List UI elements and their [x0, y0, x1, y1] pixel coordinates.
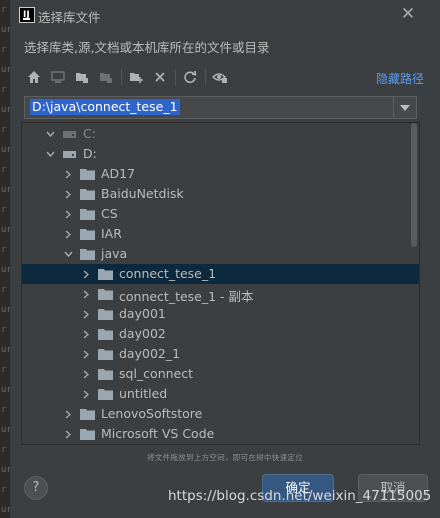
folder-icon: [80, 188, 95, 200]
choose-library-dialog: IJ 选择库文件 ✕ 选择库类,源,文档或本机库所在的文件或目录 隐藏路径 D:…: [10, 0, 440, 518]
tree-row-label: sql_connect: [119, 366, 193, 381]
tree-row-label: D:: [83, 146, 97, 161]
chevron-right-icon[interactable]: [80, 327, 92, 341]
watermark-text: https://blog.csdn.net/weixin_47115005: [168, 488, 432, 504]
folder-icon: [98, 268, 113, 280]
drive-icon: [62, 128, 77, 140]
folder-icon: [80, 168, 95, 180]
tree-row-label: C:: [83, 126, 96, 141]
desktop-icon[interactable]: [48, 67, 68, 87]
folder-icon: [98, 288, 113, 300]
chevron-right-icon[interactable]: [62, 227, 74, 241]
close-button[interactable]: ✕: [398, 4, 418, 24]
chevron-down-icon: [400, 104, 410, 111]
tree-row-label: IAR: [101, 226, 122, 241]
tree-row-label: CS: [101, 206, 118, 221]
chevron-down-icon[interactable]: [44, 147, 56, 161]
refresh-icon[interactable]: [180, 67, 200, 87]
show-hidden-files-icon[interactable]: [210, 67, 230, 87]
module-folder-icon[interactable]: [96, 67, 116, 87]
tree-row-label: connect_tese_1 - 副本: [119, 289, 254, 304]
tree-row-label: BaiduNetdisk: [101, 186, 184, 201]
tree-row[interactable]: Microsoft VS Code: [22, 424, 419, 444]
toolbar: 隐藏路径: [24, 67, 424, 89]
tree-row-label: day002_1: [119, 346, 181, 361]
chevron-right-icon[interactable]: [62, 207, 74, 221]
tree-row[interactable]: C:: [22, 124, 419, 144]
path-selected-text: D:\java\connect_tese_1: [30, 99, 180, 115]
tree-row-label: untitled: [119, 386, 168, 401]
folder-icon: [80, 228, 95, 240]
dialog-description: 选择库类,源,文档或本机库所在的文件或目录: [24, 40, 270, 55]
toolbar-separator: [205, 69, 206, 85]
help-button[interactable]: ?: [24, 476, 48, 500]
hide-path-link[interactable]: 隐藏路径: [376, 70, 424, 87]
chevron-right-icon[interactable]: [62, 187, 74, 201]
folder-icon: [98, 388, 113, 400]
tree-row-label: java: [101, 246, 128, 261]
tree-row-label: Microsoft VS Code: [101, 426, 215, 441]
folder-icon: [80, 208, 95, 220]
drive-icon: [62, 148, 77, 160]
folder-icon: [80, 428, 95, 440]
title-bar: IJ 选择库文件 ✕: [10, 0, 440, 30]
chevron-right-icon[interactable]: [80, 367, 92, 381]
chevron-right-icon[interactable]: [80, 307, 92, 321]
tree-row[interactable]: java: [22, 244, 419, 264]
project-folder-icon[interactable]: [72, 67, 92, 87]
folder-icon: [98, 348, 113, 360]
delete-icon[interactable]: [150, 67, 170, 87]
tree-row[interactable]: connect_tese_1: [22, 264, 419, 284]
tree-row[interactable]: day002: [22, 324, 419, 344]
tree-scrollbar[interactable]: [410, 123, 418, 444]
background-editor-strip: r ur r ur r ur r ur r ur r ur r ur r ur r ur r ur r ur r ur r ur: [0, 0, 10, 518]
folder-icon: [98, 368, 113, 380]
chevron-right-icon[interactable]: [62, 427, 74, 441]
tree-row[interactable]: untitled: [22, 384, 419, 404]
tree-row-label: LenovoSoftstore: [101, 406, 203, 421]
new-folder-icon[interactable]: [126, 67, 146, 87]
tree-row[interactable]: sql_connect: [22, 364, 419, 384]
folder-icon: [98, 328, 113, 340]
toolbar-separator: [175, 69, 176, 85]
tree-row[interactable]: BaiduNetdisk: [22, 184, 419, 204]
tree-row[interactable]: AD17: [22, 164, 419, 184]
tree-row[interactable]: day001: [22, 304, 419, 324]
folder-icon: [98, 308, 113, 320]
tree-row-label: day002: [119, 326, 166, 341]
intellij-logo-icon: IJ: [19, 7, 35, 23]
tree-row[interactable]: connect_tese_1 - 副本: [22, 284, 419, 304]
chevron-right-icon[interactable]: [80, 267, 92, 281]
chevron-down-icon[interactable]: [44, 127, 56, 141]
tree-row[interactable]: [22, 444, 420, 445]
tree-row-label: connect_tese_1: [119, 266, 217, 281]
chevron-right-icon[interactable]: [80, 387, 92, 401]
scrollbar-thumb[interactable]: [411, 123, 417, 247]
chevron-right-icon[interactable]: [62, 407, 74, 421]
dialog-title: 选择库文件: [38, 10, 101, 25]
tree-row[interactable]: LenovoSoftstore: [22, 404, 419, 424]
tree-row-label: day001: [119, 306, 166, 321]
folder-icon: [80, 408, 95, 420]
tree-row-label: AD17: [101, 166, 136, 181]
tree-row[interactable]: IAR: [22, 224, 419, 244]
chevron-right-icon[interactable]: [80, 347, 92, 361]
home-icon[interactable]: [24, 67, 44, 87]
chevron-right-icon[interactable]: [80, 287, 92, 301]
chevron-down-icon[interactable]: [62, 247, 74, 261]
chevron-right-icon[interactable]: [62, 167, 74, 181]
tree-row[interactable]: day002_1: [22, 344, 419, 364]
path-dropdown-button[interactable]: [393, 97, 416, 118]
tree-row[interactable]: D:: [22, 144, 419, 164]
folder-icon: [80, 248, 95, 260]
file-tree[interactable]: C: D: AD17 BaiduNetdisk CS IAR java connect_tes…: [21, 122, 420, 445]
path-combobox[interactable]: D:\java\connect_tese_1: [24, 96, 417, 119]
toolbar-separator: [121, 69, 122, 85]
tree-row[interactable]: CS: [22, 204, 419, 224]
drag-drop-hint: 将文件拖放到上方空间，即可在树中快速定位: [147, 453, 303, 462]
